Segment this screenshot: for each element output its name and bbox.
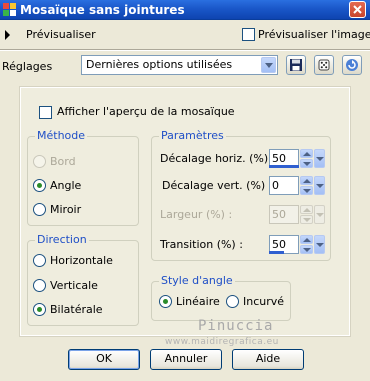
parameters-group: Paramètres Décalage horiz. (%) : 50 Déca…: [151, 129, 331, 261]
width-down-button[interactable]: [300, 215, 313, 224]
corner-linear-label[interactable]: Linéaire: [176, 295, 220, 308]
window-title: Mosaïque sans jointures: [20, 3, 185, 17]
watermark-url: www.maidiregrafica.eu: [165, 337, 279, 347]
vertical-offset-value: 0: [272, 179, 279, 192]
method-border-radio[interactable]: [33, 155, 46, 168]
transition-dropdown-button[interactable]: [314, 235, 325, 254]
vertical-offset-input[interactable]: 0: [269, 176, 299, 195]
preset-select[interactable]: Dernières options utilisées: [81, 55, 278, 75]
transition-bar: [269, 251, 284, 254]
preview-label[interactable]: Prévisualiser: [26, 28, 96, 41]
direction-bilateral-radio[interactable]: [33, 303, 46, 316]
width-spinner[interactable]: 50: [269, 205, 325, 224]
preview-bar: Prévisualiser Prévisualiser l'image: [0, 24, 370, 46]
corner-curved-label[interactable]: Incurvé: [243, 295, 284, 308]
width-label: Largeur (%) :: [160, 208, 233, 221]
vertical-offset-up-button[interactable]: [300, 176, 313, 185]
method-border-label: Bord: [50, 155, 76, 168]
horizontal-offset-dropdown-button[interactable]: [314, 149, 325, 168]
method-mirror-label[interactable]: Miroir: [50, 203, 81, 216]
settings-label: Réglages: [2, 60, 53, 73]
cancel-button[interactable]: Annuler: [150, 349, 222, 370]
dialog-window: Mosaïque sans jointures Prévisualiser Pr…: [0, 0, 370, 381]
ok-button[interactable]: OK: [68, 349, 140, 370]
divider: [0, 49, 370, 51]
transition-up-button[interactable]: [300, 235, 313, 244]
chevron-down-icon[interactable]: [261, 57, 276, 73]
horizontal-offset-label: Décalage horiz. (%) :: [160, 152, 276, 165]
direction-group: Direction Horizontale Verticale Bilatéra…: [27, 233, 139, 326]
app-icon: [3, 3, 16, 16]
horizontal-offset-value: 50: [272, 152, 286, 165]
width-value: 50: [272, 208, 286, 221]
expand-preview-icon[interactable]: [5, 30, 10, 40]
mosaic-preview-checkbox[interactable]: [39, 106, 52, 119]
corner-curved-radio[interactable]: [226, 295, 239, 308]
method-mirror-radio[interactable]: [33, 203, 46, 216]
direction-horizontal-label[interactable]: Horizontale: [50, 254, 113, 267]
help-button[interactable]: Aide: [232, 349, 304, 370]
horizontal-offset-spinner[interactable]: 50: [269, 149, 325, 168]
preview-image-checkbox[interactable]: [242, 28, 255, 41]
width-input[interactable]: 50: [269, 205, 299, 224]
direction-vertical-radio[interactable]: [33, 279, 46, 292]
transition-label: Transition (%) :: [160, 238, 243, 251]
vertical-offset-label: Décalage vert. (%) :: [162, 179, 273, 192]
close-icon: [353, 5, 362, 14]
reset-icon: [346, 59, 358, 71]
close-button[interactable]: [349, 1, 366, 18]
method-group: Méthode Bord Angle Miroir: [27, 129, 139, 226]
width-dropdown-button[interactable]: [314, 205, 325, 224]
vertical-offset-down-button[interactable]: [300, 186, 313, 195]
title-bar[interactable]: Mosaïque sans jointures: [0, 0, 370, 20]
floppy-disk-icon: [290, 59, 302, 71]
horizontal-offset-bar: [269, 165, 299, 168]
preset-value: Dernières options utilisées: [86, 58, 233, 71]
parameters-group-title: Paramètres: [159, 129, 226, 142]
method-angle-radio[interactable]: [33, 179, 46, 192]
vertical-offset-spinner[interactable]: 0: [269, 176, 325, 195]
save-preset-button[interactable]: [286, 55, 306, 75]
random-settings-button[interactable]: [314, 55, 334, 75]
vertical-offset-dropdown-button[interactable]: [314, 176, 325, 195]
corner-style-group: Style d'angle Linéaire Incurvé: [151, 274, 291, 321]
horizontal-offset-down-button[interactable]: [300, 159, 313, 168]
direction-group-title: Direction: [35, 233, 89, 246]
reset-button[interactable]: [342, 55, 362, 75]
corner-style-group-title: Style d'angle: [159, 274, 235, 287]
direction-vertical-label[interactable]: Verticale: [50, 279, 98, 292]
transition-spinner[interactable]: 50: [269, 235, 325, 254]
method-group-title: Méthode: [35, 129, 88, 142]
preview-image-label[interactable]: Prévisualiser l'image: [258, 28, 370, 41]
transition-value: 50: [272, 238, 286, 251]
transition-down-button[interactable]: [300, 245, 313, 254]
corner-linear-radio[interactable]: [159, 295, 172, 308]
horizontal-offset-up-button[interactable]: [300, 149, 313, 158]
method-angle-label[interactable]: Angle: [50, 179, 81, 192]
watermark-title: Pinuccia: [198, 318, 274, 334]
options-panel: Afficher l'aperçu de la mosaïque Méthode…: [19, 86, 351, 337]
width-up-button[interactable]: [300, 205, 313, 214]
direction-horizontal-radio[interactable]: [33, 254, 46, 267]
dice-icon: [318, 59, 330, 71]
direction-bilateral-label[interactable]: Bilatérale: [50, 303, 103, 316]
mosaic-preview-label[interactable]: Afficher l'aperçu de la mosaïque: [57, 105, 235, 118]
